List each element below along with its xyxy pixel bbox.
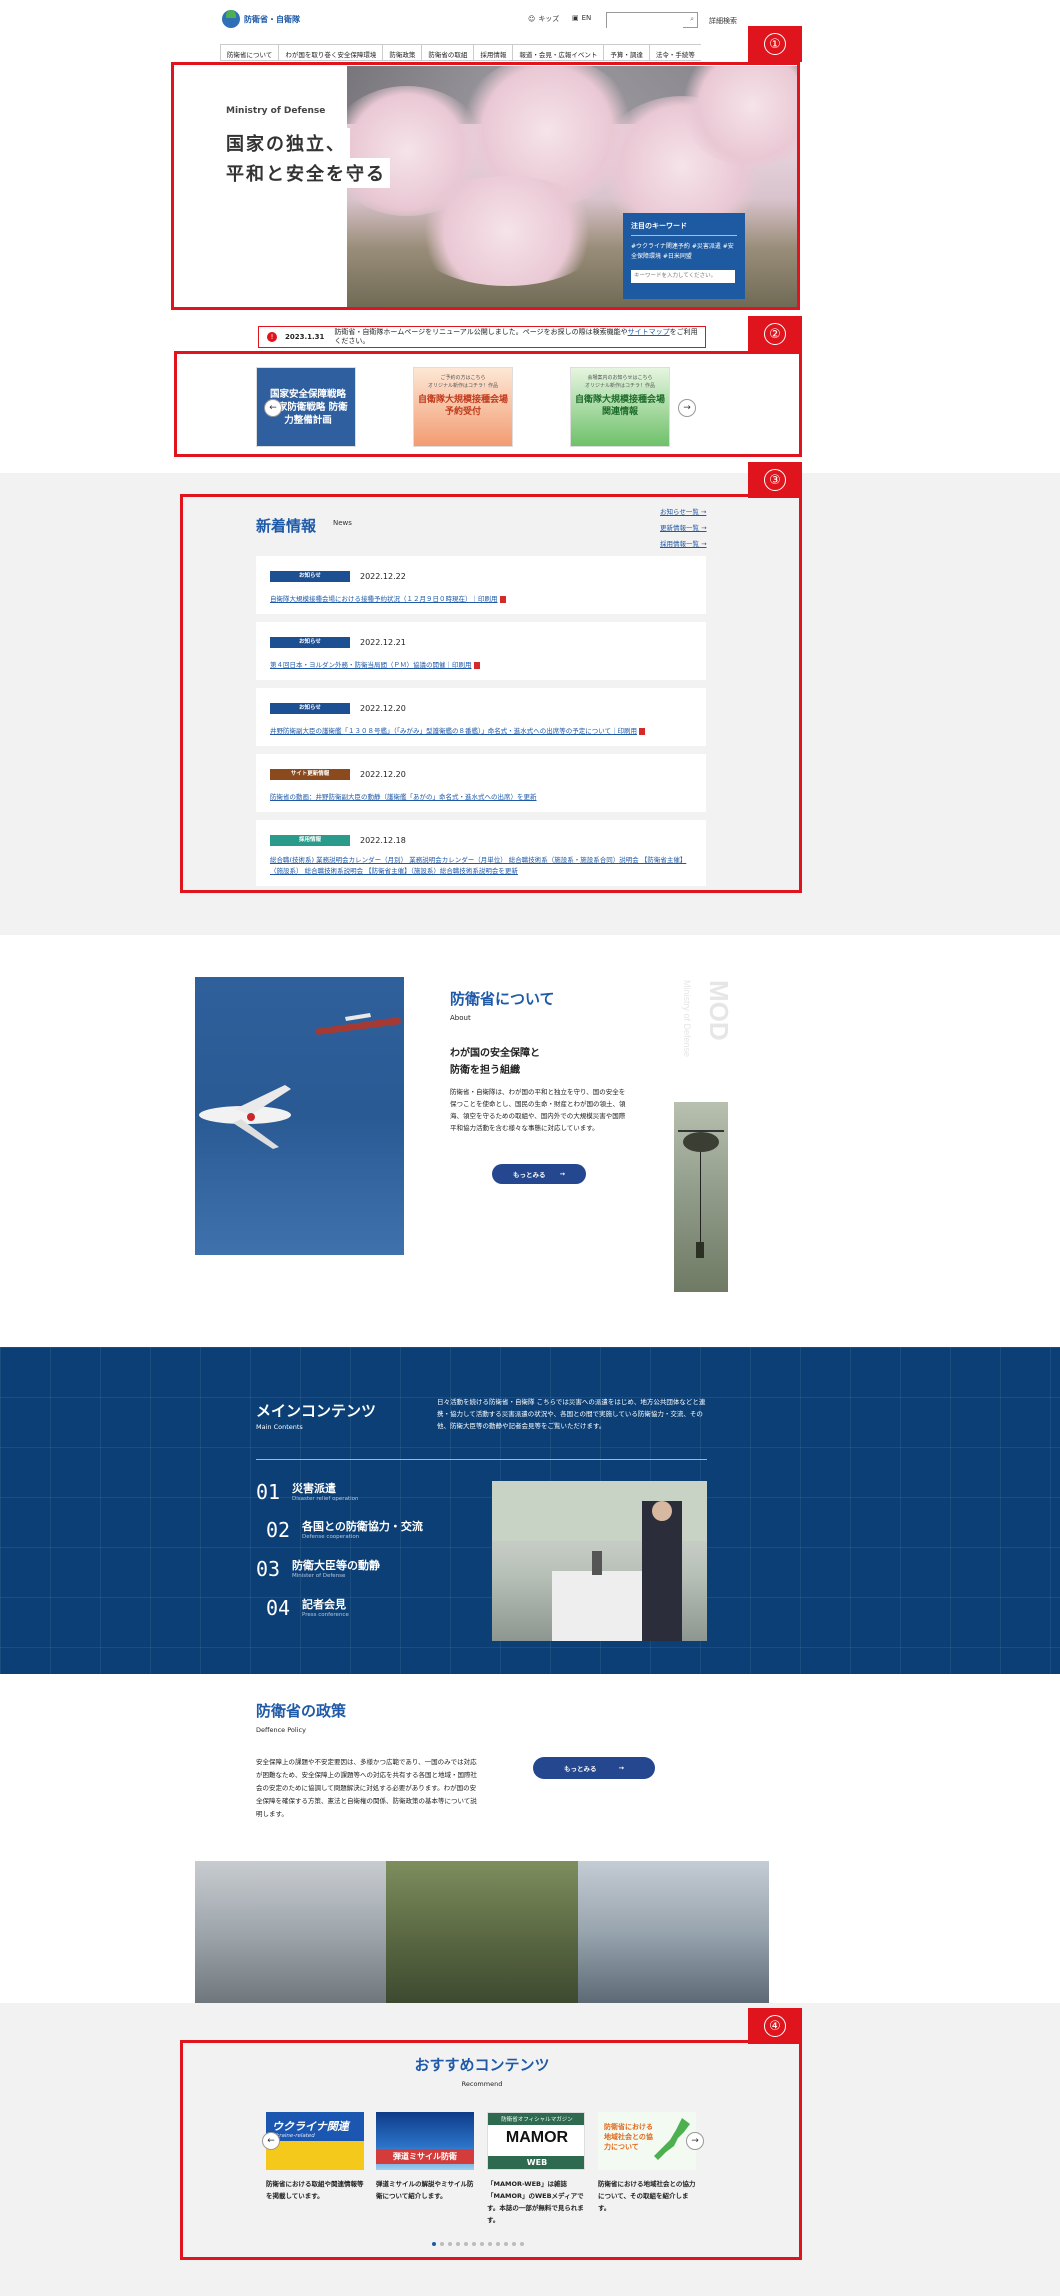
search-input[interactable] (607, 20, 683, 34)
arrow-right-icon: → (618, 1764, 624, 1772)
item-number: 01 (256, 1480, 281, 1504)
item-en: Disaster relief operation (292, 1496, 359, 1502)
item-number: 03 (256, 1557, 281, 1581)
logo-text: 防衛省・自衛隊 (244, 14, 300, 24)
annotation-box-4 (180, 2040, 802, 2260)
global-nav: 防衛省について わが国を取り巻く安全保障環境 防衛政策 防衛省の取組 採用情報 … (220, 44, 701, 61)
item-en: Defense cooperation (302, 1534, 360, 1540)
notice-date: 2023.1.31 (285, 333, 325, 341)
policy-body: 安全保障上の課題や不安定要因は、多様かつ広範であり、一国のみでは対応が困難なため… (256, 1758, 477, 1818)
about-subtitle: About (450, 1014, 471, 1022)
alert-icon: ! (267, 332, 277, 342)
gnav-item-press[interactable]: 報道・会見・広報イベント (512, 45, 603, 60)
item-number: 02 (266, 1518, 291, 1542)
mod-vertical-text: MOD Ministry of Defense (682, 980, 732, 1057)
policy-photo-rescue-training (386, 1861, 578, 2003)
item-label: 各国との防衛協力・交流 (302, 1520, 423, 1533)
annotation-badge-2: ② (748, 316, 802, 352)
about-more-button[interactable]: もっとみる → (492, 1164, 586, 1184)
arrow-right-icon: → (559, 1170, 565, 1178)
notice-bar: ! 2023.1.31 防衛省・自衛隊ホームページをリニューアル公開しました。ペ… (258, 326, 706, 348)
item-label: 防衛大臣等の動静 (292, 1559, 380, 1572)
about-photo-aircraft-over-sea (195, 977, 404, 1255)
annotation-box-1 (171, 62, 800, 310)
logo-icon (222, 10, 240, 28)
main-contents-photo-minister-speech (492, 1481, 707, 1641)
about-photo-helicopter (674, 1102, 728, 1292)
gnav-item-about[interactable]: 防衛省について (220, 45, 278, 60)
item-number: 04 (266, 1596, 291, 1620)
gnav-item-defense-policy[interactable]: 防衛政策 (382, 45, 421, 60)
main-contents-title: メインコンテンツ (256, 1402, 377, 1420)
kids-label: キッズ (538, 15, 560, 23)
english-label: EN (581, 14, 592, 22)
advanced-search-link[interactable]: 詳細検索 (709, 16, 737, 26)
notice-text: 防衛省・自衛隊ホームページをリニューアル公開しました。ページをお探しの際は検索機… (334, 328, 698, 345)
item-label: 災害派遣 (292, 1482, 336, 1495)
annotation-badge-1: ① (748, 26, 802, 62)
page: 防衛省・自衛隊 ☺ キッズ ▣ EN ⌕ 詳細検索 防衛省について わが国を取り… (0, 0, 1060, 2296)
item-en: Press conference (302, 1612, 349, 1618)
item-en: Minister of Defense (292, 1573, 346, 1579)
policy-photo-fighter-jet (195, 1861, 387, 2003)
policy-subtitle: Deffence Policy (256, 1726, 306, 1734)
gnav-item-initiatives[interactable]: 防衛省の取組 (421, 45, 473, 60)
annotation-badge-4: ④ (748, 2008, 802, 2044)
site-logo[interactable]: 防衛省・自衛隊 (222, 10, 300, 28)
svg-text:Ministry of Defense: Ministry of Defense (682, 980, 692, 1057)
policy-title: 防衛省の政策 (256, 1702, 347, 1720)
about-heading: わが国の安全保障と 防衛を担う組織 (450, 1048, 540, 1076)
divider (256, 1459, 707, 1460)
globe-icon: ▣ (572, 14, 579, 22)
search-icon[interactable]: ⌕ (690, 15, 694, 24)
helicopter-illustration (678, 1130, 724, 1258)
policy-photo-warship (577, 1861, 769, 2003)
item-label: 記者会見 (302, 1598, 346, 1611)
about-title: 防衛省について (450, 990, 555, 1008)
aircraft-illustration (199, 1013, 401, 1149)
policy-more-button[interactable]: もっとみる → (533, 1757, 655, 1779)
annotation-box-3 (180, 494, 802, 893)
gnav-item-recruitment[interactable]: 採用情報 (473, 45, 512, 60)
header-search: ⌕ (606, 12, 698, 34)
sitemap-link[interactable]: サイトマップ (628, 328, 670, 336)
annotation-badge-3: ③ (748, 462, 802, 498)
main-contents-description: 日々活動を続ける防衛省・自衛隊 こちらでは災害への派遣をはじめ、地方公共団体など… (437, 1398, 706, 1430)
english-link[interactable]: ▣ EN (572, 14, 591, 22)
gnav-item-laws[interactable]: 法令・手続等 (648, 45, 701, 60)
policy-photo-strip (195, 1861, 769, 2003)
header: 防衛省・自衛隊 ☺ キッズ ▣ EN ⌕ 詳細検索 防衛省について わが国を取り… (0, 0, 1060, 62)
svg-text:MOD: MOD (704, 980, 732, 1041)
main-contents-subtitle: Main Contents (256, 1423, 303, 1431)
about-body: 防衛省・自衛隊は、わが国の平和と独立を守り、国の安全を保つことを使命とし、国民の… (450, 1088, 626, 1132)
annotation-box-2 (174, 351, 802, 457)
kids-link[interactable]: ☺ キッズ (528, 14, 559, 24)
speech-illustration (492, 1481, 707, 1641)
kids-icon: ☺ (528, 15, 536, 23)
gnav-item-security-environment[interactable]: わが国を取り巻く安全保障環境 (278, 45, 382, 60)
gnav-item-budget[interactable]: 予算・調達 (603, 45, 649, 60)
